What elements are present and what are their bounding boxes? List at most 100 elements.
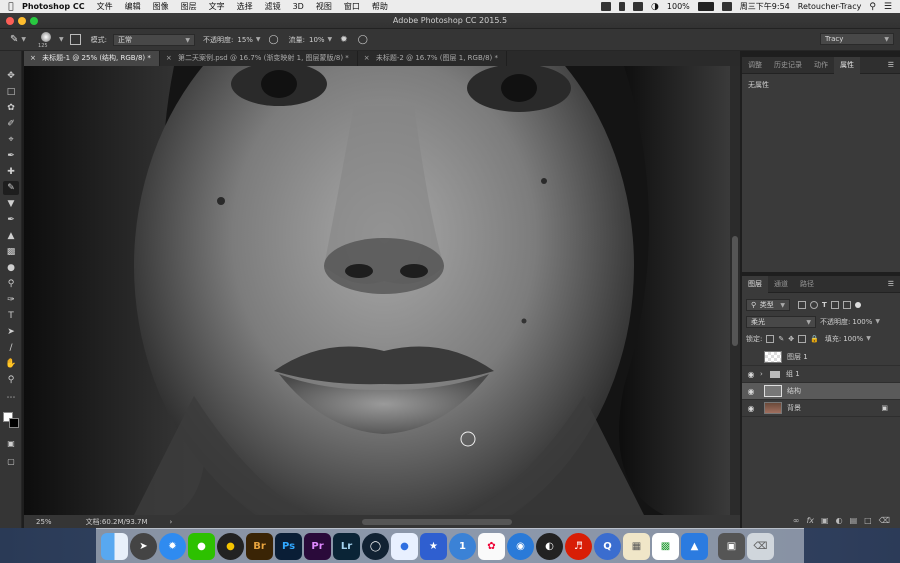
brush-picker-chevron-icon[interactable]: ▼	[59, 36, 64, 43]
menu-view[interactable]: 视图	[316, 1, 332, 12]
qq-icon[interactable]: ●	[217, 532, 244, 560]
tab-document-1[interactable]: × 未标题-1 @ 25% (结构, RGB/8) *	[24, 51, 160, 66]
menu-3d[interactable]: 3D	[293, 2, 304, 11]
tab-paths[interactable]: 路径	[794, 276, 820, 293]
app-menu[interactable]: Photoshop CC	[22, 2, 85, 11]
opacity-value[interactable]: 15%	[237, 36, 253, 44]
layer-row-layer1[interactable]: 图层 1	[742, 349, 900, 366]
filter-type-icon[interactable]: T	[822, 301, 827, 309]
launchpad-icon[interactable]: ➤	[130, 532, 157, 560]
eyedropper-tool-icon[interactable]: ✒	[3, 149, 19, 163]
new-group-icon[interactable]: ▤	[850, 516, 858, 525]
photos-app-icon[interactable]: ★	[420, 532, 447, 560]
filter-pixel-icon[interactable]	[798, 300, 806, 309]
trash-icon[interactable]: ⌫	[747, 532, 774, 560]
bluetooth-icon[interactable]	[619, 2, 626, 11]
opacity-chevron-icon[interactable]: ▼	[875, 318, 880, 325]
safari-icon[interactable]: ✹	[159, 532, 186, 560]
photoshop-icon[interactable]: Ps	[275, 532, 302, 560]
crop-tool-icon[interactable]: ⌖	[3, 133, 19, 147]
fill-chevron-icon[interactable]: ▼	[866, 335, 871, 342]
layer-style-icon[interactable]: fx	[806, 516, 814, 525]
layer-row-background[interactable]: ◉ 背景 ▣	[742, 400, 900, 417]
layer-name[interactable]: 背景	[787, 403, 801, 413]
lock-transparent-icon[interactable]	[766, 334, 775, 343]
davinci-icon[interactable]: ✿	[478, 532, 505, 560]
close-tab-icon[interactable]: ×	[364, 54, 370, 62]
blend-mode-select[interactable]: 柔光 ▼	[746, 315, 816, 328]
cinema4d-icon[interactable]: ◯	[362, 532, 389, 560]
flow-value[interactable]: 10%	[309, 36, 325, 44]
panel-menu-icon[interactable]: ☰	[888, 280, 894, 288]
document-size[interactable]: 文档:60.2M/93.7M	[86, 517, 148, 527]
new-layer-icon[interactable]: □	[864, 516, 872, 525]
panel-menu-icon[interactable]: ☰	[888, 61, 894, 69]
group-expand-chevron-icon[interactable]: ›	[760, 370, 768, 378]
status-menu-chevron-icon[interactable]: ›	[170, 518, 173, 526]
filter-adjustment-icon[interactable]	[810, 300, 818, 309]
quick-select-tool-icon[interactable]: ✐	[3, 117, 19, 131]
tab-document-2[interactable]: × 第二天案例.psd @ 16.7% (渐变映射 1, 图层蒙版/8) *	[160, 51, 358, 66]
tab-layers[interactable]: 图层	[742, 275, 768, 293]
menu-type[interactable]: 文字	[209, 1, 225, 12]
tab-actions[interactable]: 动作	[808, 57, 834, 74]
layer-name[interactable]: 图层 1	[787, 352, 808, 362]
brush-tool-icon[interactable]: ✎	[10, 34, 18, 45]
menu-layer[interactable]: 图层	[181, 1, 197, 12]
opacity-chevron-icon[interactable]: ▼	[256, 36, 261, 43]
airbrush-icon[interactable]: ✹	[340, 35, 348, 45]
minimize-window-icon[interactable]	[18, 17, 26, 25]
brush-preset-picker[interactable]: 125	[36, 30, 56, 50]
menu-filter[interactable]: 滤镜	[265, 1, 281, 12]
lasso-tool-icon[interactable]: ✿	[3, 101, 19, 115]
finder-icon[interactable]	[101, 532, 128, 560]
preview-icon[interactable]: ▦	[623, 532, 650, 560]
volume-icon[interactable]	[633, 2, 644, 11]
battery-icon[interactable]	[697, 2, 714, 11]
link-layers-icon[interactable]: ∞	[793, 516, 800, 525]
filter-toggle-icon[interactable]	[854, 301, 861, 308]
marquee-tool-icon[interactable]: □	[3, 85, 19, 99]
scrollbar-thumb[interactable]	[732, 236, 738, 346]
filter-smart-icon[interactable]	[842, 300, 851, 309]
premiere-icon[interactable]: Pr	[304, 532, 331, 560]
menu-edit[interactable]: 编辑	[125, 1, 141, 12]
obs-icon[interactable]: ◐	[536, 532, 563, 560]
notification-icon[interactable]: ☰	[884, 2, 892, 12]
layer-opacity-value[interactable]: 100%	[852, 318, 872, 326]
netease-icon[interactable]: ◉	[507, 532, 534, 560]
menu-window[interactable]: 窗口	[344, 1, 360, 12]
wifi-icon[interactable]: ◑	[651, 2, 659, 12]
healing-brush-tool-icon[interactable]: ✚	[3, 165, 19, 179]
workspace-select[interactable]: Tracy ▼	[820, 33, 894, 45]
filter-shape-icon[interactable]	[830, 300, 839, 309]
eye-icon[interactable]: ◉	[742, 370, 760, 379]
baidu-icon[interactable]: ●	[391, 532, 418, 560]
canvas-vertical-scrollbar[interactable]	[730, 66, 740, 515]
lock-position-icon[interactable]: ✥	[788, 335, 794, 343]
brush-panel-toggle-icon[interactable]	[69, 34, 81, 45]
numbers-icon[interactable]: ▩	[652, 532, 679, 560]
line-tool-icon[interactable]: ∕	[3, 341, 19, 355]
keynote-icon[interactable]: ▲	[681, 532, 708, 560]
zoom-tool-icon[interactable]: ⚲	[3, 373, 19, 387]
spotlight-icon[interactable]: ⚲	[869, 2, 876, 12]
tab-document-3[interactable]: × 未标题-2 @ 16.7% (图层 1, RGB/8) *	[358, 51, 508, 66]
mode-select[interactable]: 正常 ▼	[113, 33, 195, 46]
eraser-tool-icon[interactable]: ▲	[3, 229, 19, 243]
move-tool-icon[interactable]: ✥	[3, 69, 19, 83]
menu-file[interactable]: 文件	[97, 1, 113, 12]
menu-select[interactable]: 选择	[237, 1, 253, 12]
lock-artboard-icon[interactable]	[798, 334, 807, 343]
layer-filter-select[interactable]: ⚲ 类型 ▼	[746, 298, 790, 311]
layer-row-structure[interactable]: ◉ 结构	[742, 383, 900, 400]
close-window-icon[interactable]	[6, 17, 14, 25]
close-tab-icon[interactable]: ×	[166, 54, 172, 62]
bridge-icon[interactable]: Br	[246, 532, 273, 560]
tab-properties[interactable]: 属性	[834, 56, 860, 74]
menu-help[interactable]: 帮助	[372, 1, 388, 12]
tab-adjustments[interactable]: 调整	[742, 57, 768, 74]
type-tool-icon[interactable]: T	[3, 309, 19, 323]
onepassword-icon[interactable]: 1	[449, 532, 476, 560]
eye-icon[interactable]: ◉	[742, 387, 760, 396]
